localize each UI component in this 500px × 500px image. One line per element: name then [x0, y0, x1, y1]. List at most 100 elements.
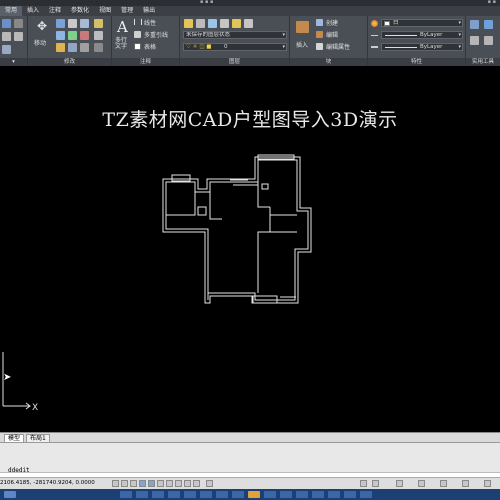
partition-center	[257, 207, 271, 293]
rectangle-icon[interactable]	[2, 45, 11, 54]
paste-icon[interactable]	[484, 36, 493, 45]
ortho-toggle-icon[interactable]	[130, 480, 137, 487]
taskbar-app-icon[interactable]	[296, 491, 308, 498]
linetype-icon	[371, 35, 378, 36]
fullscreen-icon[interactable]	[484, 480, 491, 487]
taskbar-app-icon[interactable]	[360, 491, 372, 498]
taskbar-app-icon[interactable]	[216, 491, 228, 498]
taskbar-app-icon[interactable]	[120, 491, 132, 498]
multiline-text-button[interactable]: A 多行 文字	[115, 18, 131, 54]
taskbar-app-icon[interactable]	[152, 491, 164, 498]
layer-properties-icon[interactable]	[184, 19, 193, 28]
layer-isolate-icon[interactable]	[208, 19, 217, 28]
erase-icon[interactable]	[80, 19, 89, 28]
quick-properties-toggle-icon[interactable]	[193, 480, 200, 487]
os-taskbar	[0, 489, 500, 500]
copy-icon[interactable]	[56, 31, 65, 40]
tab-model[interactable]: 模型	[4, 434, 25, 442]
offset-icon[interactable]	[94, 31, 103, 40]
match-properties-icon[interactable]	[371, 20, 378, 27]
linetype-preview	[385, 35, 417, 36]
window-controls[interactable]: ▪ ▪	[488, 0, 496, 5]
isolate-objects-icon[interactable]	[418, 480, 425, 487]
multileader-button[interactable]: 多重引线	[144, 30, 168, 39]
grid-toggle-icon[interactable]	[121, 480, 128, 487]
taskbar-autocad-icon[interactable]	[248, 491, 260, 498]
measure-icon[interactable]	[470, 20, 479, 29]
model-space-icon[interactable]	[206, 480, 213, 487]
partition-bath	[209, 192, 222, 220]
window-title: ▪ ▪ ▪	[200, 0, 214, 5]
taskbar-app-icon[interactable]	[312, 491, 324, 498]
tab-manage[interactable]: 管理	[116, 6, 138, 16]
current-layer-dropdown[interactable]: ♡ ☼ ◫ ■ 0	[183, 43, 287, 51]
layer-off-icon[interactable]	[220, 19, 229, 28]
arc-icon[interactable]	[14, 32, 23, 41]
layer-lock-icon[interactable]	[244, 19, 253, 28]
explode-icon[interactable]	[94, 19, 103, 28]
layer-state-dropdown[interactable]: 未保存的图层状态	[183, 31, 287, 39]
create-block-button[interactable]: 创建	[326, 18, 338, 27]
taskbar-app-icon[interactable]	[232, 491, 244, 498]
table-button[interactable]: 表格	[144, 42, 156, 51]
panel-draw-title: ▾	[0, 58, 27, 66]
tab-layout1[interactable]: 布局1	[26, 434, 50, 442]
tab-home[interactable]: 常用	[0, 6, 23, 16]
workspace-icon[interactable]	[372, 480, 379, 487]
insert-block-button[interactable]: 插入	[293, 19, 313, 51]
fillet-icon[interactable]	[80, 31, 89, 40]
tab-parametric[interactable]: 参数化	[66, 6, 94, 16]
tab-annotate[interactable]: 注释	[44, 6, 66, 16]
tab-output[interactable]: 输出	[138, 6, 160, 16]
color-dropdown[interactable]: 白	[381, 19, 463, 27]
line-icon[interactable]	[2, 19, 11, 28]
quick-select-icon[interactable]	[470, 36, 479, 45]
taskbar-app-icon[interactable]	[328, 491, 340, 498]
chamfer-icon[interactable]	[94, 43, 103, 52]
taskbar-app-icon[interactable]	[184, 491, 196, 498]
taskbar-app-icon[interactable]	[136, 491, 148, 498]
mirror-icon[interactable]	[68, 31, 77, 40]
color-swatch	[384, 21, 390, 26]
edit-block-icon	[316, 31, 323, 38]
move-button[interactable]: ✥	[32, 19, 52, 37]
taskbar-app-icon[interactable]	[168, 491, 180, 498]
settings-icon[interactable]	[462, 480, 469, 487]
linear-dimension-button[interactable]: 线性	[144, 18, 156, 27]
layer-freeze-icon[interactable]	[232, 19, 241, 28]
tab-view[interactable]: 视图	[94, 6, 116, 16]
snap-toggle-icon[interactable]	[112, 480, 119, 487]
dyn-toggle-icon[interactable]	[175, 480, 182, 487]
start-button-icon[interactable]	[4, 491, 16, 498]
panel-modify-title: 修改	[28, 58, 111, 66]
taskbar-app-icon[interactable]	[280, 491, 292, 498]
lineweight-dropdown[interactable]: ByLayer	[381, 43, 463, 51]
floor-plan-drawing[interactable]	[0, 67, 500, 432]
edit-attributes-button[interactable]: 编辑属性	[326, 42, 350, 51]
taskbar-app-icon[interactable]	[200, 491, 212, 498]
lock-icon[interactable]	[396, 480, 403, 487]
ducs-toggle-icon[interactable]	[166, 480, 173, 487]
polar-toggle-icon[interactable]	[139, 480, 146, 487]
linetype-dropdown[interactable]: ByLayer	[381, 31, 463, 39]
osnap-toggle-icon[interactable]	[148, 480, 155, 487]
calculator-icon[interactable]	[484, 20, 493, 29]
scale-icon[interactable]	[68, 43, 77, 52]
drawing-viewport[interactable]: TZ素材网CAD户型图导入3D演示 X ➤	[0, 67, 500, 432]
layer-match-icon[interactable]	[196, 19, 205, 28]
clean-screen-icon[interactable]	[440, 480, 447, 487]
taskbar-app-icon[interactable]	[344, 491, 356, 498]
circle-icon[interactable]	[2, 32, 11, 41]
tab-insert[interactable]: 插入	[22, 6, 44, 16]
ucs-icon: X	[2, 352, 38, 413]
annotation-scale-icon[interactable]	[360, 480, 367, 487]
polyline-icon[interactable]	[14, 19, 23, 28]
trim-icon[interactable]	[68, 19, 77, 28]
lineweight-toggle-icon[interactable]	[184, 480, 191, 487]
stretch-icon[interactable]	[56, 43, 65, 52]
edit-block-button[interactable]: 编辑	[326, 30, 338, 39]
taskbar-app-icon[interactable]	[264, 491, 276, 498]
otrack-toggle-icon[interactable]	[157, 480, 164, 487]
array-icon[interactable]	[80, 43, 89, 52]
rotate-icon[interactable]	[56, 19, 65, 28]
